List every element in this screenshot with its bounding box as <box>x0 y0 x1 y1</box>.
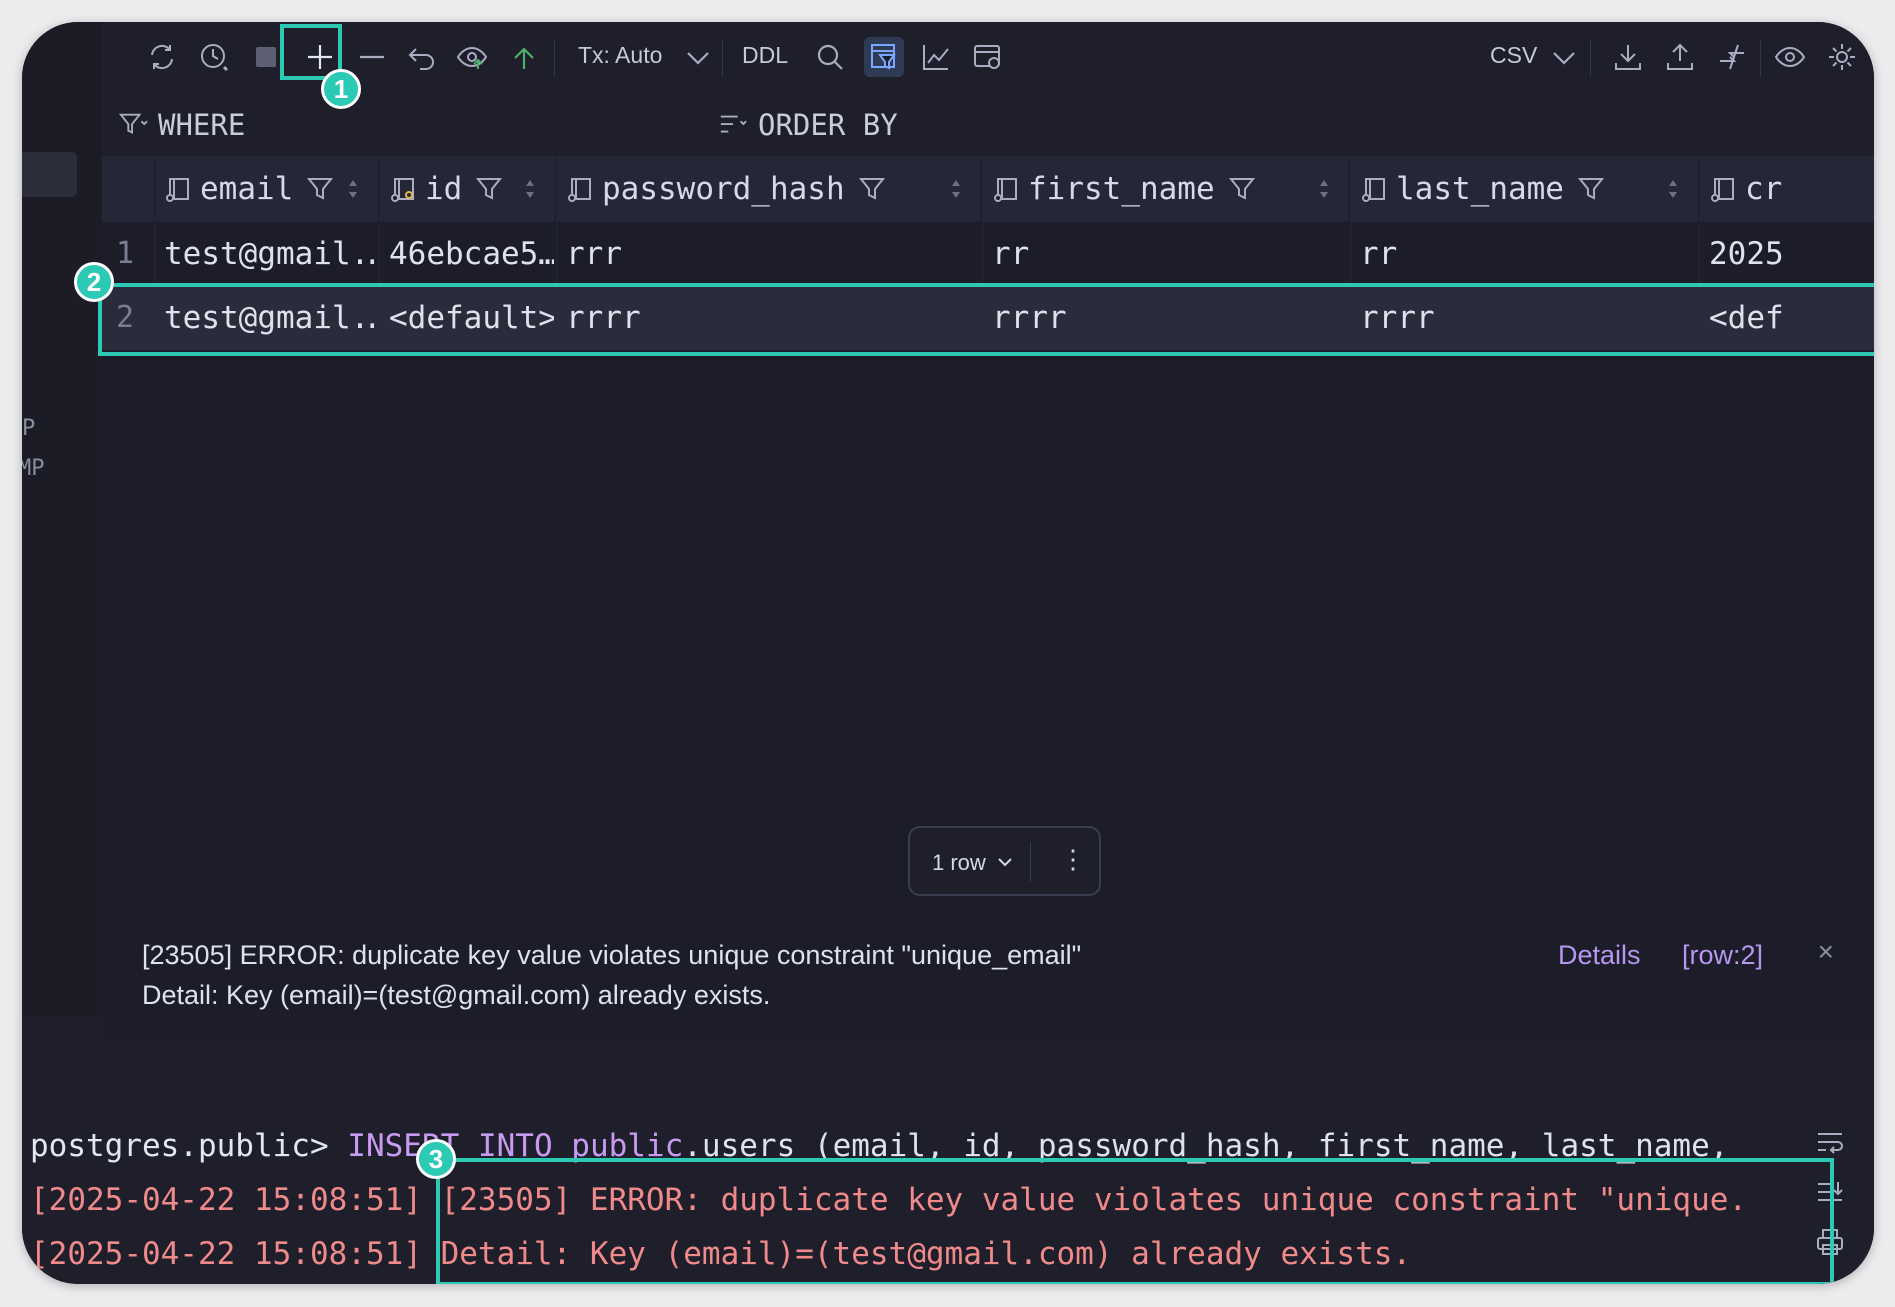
column-header-first-name[interactable]: first_name <box>982 156 1350 222</box>
key-column-icon <box>391 178 414 202</box>
annotation-badge: 1 <box>321 69 361 109</box>
gear-icon[interactable] <box>1826 41 1858 73</box>
column-icon <box>166 178 189 202</box>
filter-icon[interactable] <box>858 176 885 202</box>
sort-icon[interactable] <box>525 180 535 198</box>
annotation-badge: 2 <box>74 262 114 302</box>
row-number: 1 <box>116 236 135 271</box>
column-icon <box>1711 178 1734 202</box>
tx-mode-dropdown[interactable]: Tx: Auto <box>578 42 662 69</box>
where-label: WHERE <box>158 108 246 142</box>
submit-icon[interactable] <box>508 41 540 73</box>
order-by-label: ORDER BY <box>758 108 898 142</box>
refresh-icon[interactable] <box>146 41 178 73</box>
error-detail: Detail: Key (email)=(test@gmail.com) alr… <box>142 980 771 1010</box>
database-console-window: P MP Tx: Auto DDL CSV WHERE ORDER BY ema… <box>22 22 1874 1284</box>
column-icon <box>568 178 591 202</box>
eye-icon[interactable] <box>1774 41 1806 73</box>
chevron-down-icon <box>1548 41 1575 73</box>
error-panel: [23505] ERROR: duplicate key value viola… <box>102 922 1874 1040</box>
column-icon <box>1362 178 1385 202</box>
export-format-dropdown[interactable]: CSV <box>1490 42 1537 69</box>
undo-icon[interactable] <box>406 41 438 73</box>
table-row[interactable]: 1 test@gmail.… 46ebcae5… rrr rr rr 2025 <box>102 222 1874 286</box>
compare-icon[interactable] <box>1716 41 1748 73</box>
remove-row-icon[interactable] <box>356 41 388 73</box>
cell-first-name[interactable]: rr <box>992 236 1332 272</box>
sort-lines-icon <box>720 115 747 133</box>
search-icon[interactable] <box>814 41 846 73</box>
chevron-down-icon[interactable] <box>996 853 1014 871</box>
row-count-dropdown[interactable]: 1 row <box>932 850 986 876</box>
cell-password-hash[interactable]: rrr <box>566 236 966 272</box>
filter-icon[interactable] <box>307 176 334 202</box>
chart-icon[interactable] <box>920 41 952 73</box>
upload-icon[interactable] <box>1664 41 1696 73</box>
sidebar-selected-item[interactable] <box>22 152 77 197</box>
view-settings-icon[interactable] <box>972 41 1004 73</box>
filter-bar: WHERE ORDER BY <box>102 90 1874 152</box>
ddl-button[interactable]: DDL <box>742 42 788 69</box>
console-timestamp: [2025-04-22 15:08:51] <box>30 1236 422 1272</box>
order-by-filter[interactable]: ORDER BY <box>718 108 898 142</box>
console-prompt: postgres.public> <box>30 1128 329 1164</box>
column-header-password-hash[interactable]: password_hash <box>556 156 982 222</box>
column-header-last-name[interactable]: last_name <box>1350 156 1699 222</box>
sort-icon[interactable] <box>1668 180 1678 198</box>
more-options-icon[interactable]: ⋮ <box>1060 844 1086 875</box>
column-header-created[interactable]: cr <box>1699 156 1874 222</box>
history-icon[interactable] <box>198 41 230 73</box>
column-icon <box>994 178 1017 202</box>
column-header-id[interactable]: id <box>379 156 556 222</box>
sort-icon[interactable] <box>951 180 961 198</box>
details-link[interactable]: Details <box>1558 940 1641 971</box>
highlight-box-console-error <box>436 1158 1834 1284</box>
column-header-email[interactable]: email <box>154 156 379 222</box>
sidebar-label: P <box>22 416 36 441</box>
sort-icon[interactable] <box>1319 180 1329 198</box>
chevron-down-icon <box>682 41 709 73</box>
filter-icon[interactable] <box>1577 176 1604 202</box>
download-icon[interactable] <box>1612 41 1644 73</box>
sort-icon[interactable] <box>348 180 358 198</box>
cell-created[interactable]: 2025 <box>1709 236 1874 272</box>
grid-header: email id password_hash first_name last_n… <box>102 156 1874 222</box>
where-filter[interactable]: WHERE <box>118 108 245 142</box>
annotation-badge: 3 <box>416 1139 456 1179</box>
toolbar: Tx: Auto DDL CSV <box>102 22 1874 91</box>
stop-icon[interactable] <box>250 41 282 73</box>
cell-last-name[interactable]: rr <box>1360 236 1690 272</box>
row-link[interactable]: [row:2] <box>1682 940 1763 971</box>
soft-wrap-icon[interactable] <box>1814 1126 1846 1158</box>
cell-id[interactable]: 46ebcae5… <box>389 236 554 272</box>
sidebar-label: MP <box>22 456 45 481</box>
filter-icon[interactable] <box>476 176 503 202</box>
filter-icon <box>118 113 148 135</box>
console-timestamp: [2025-04-22 15:08:51] <box>30 1182 422 1218</box>
preview-submit-icon[interactable] <box>456 41 488 73</box>
filter-view-icon[interactable] <box>864 37 904 77</box>
highlight-box-new-row <box>98 283 1874 356</box>
close-icon[interactable]: × <box>1818 936 1834 968</box>
cell-email[interactable]: test@gmail.… <box>164 236 374 272</box>
row-count-control: 1 row ⋮ <box>908 826 1101 896</box>
error-message: [23505] ERROR: duplicate key value viola… <box>142 940 1082 970</box>
filter-icon[interactable] <box>1228 176 1255 202</box>
left-sidebar: P MP <box>22 22 102 1017</box>
